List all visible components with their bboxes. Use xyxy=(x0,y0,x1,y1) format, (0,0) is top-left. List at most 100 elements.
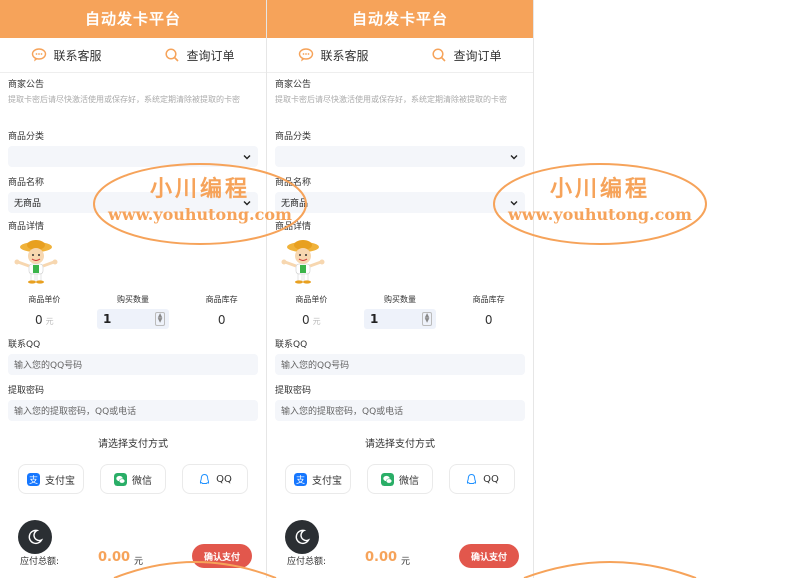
watermark-line2: www.youhutong.com xyxy=(507,205,692,224)
qq-placeholder: 输入您的QQ号码 xyxy=(14,361,83,371)
price-unit: 元 xyxy=(312,317,321,326)
payment-title: 请选择支付方式 xyxy=(98,439,168,450)
product-detail-label: 商品详情 xyxy=(8,222,45,232)
amount-label: 应付总额: xyxy=(20,557,60,567)
notice-label: 商家公告 xyxy=(8,80,45,90)
quantity-label: 购买数量 xyxy=(117,295,149,304)
price-label: 商品单价 xyxy=(28,295,61,304)
pay-alipay-label: 支付宝 xyxy=(45,475,75,487)
price-value: 0 xyxy=(302,313,310,327)
stock-stat: 商品库存 0 xyxy=(177,294,266,329)
pay-alipay-button[interactable]: 支 支付宝 xyxy=(18,464,84,494)
payment-options: 支 支付宝 微信 QQ xyxy=(10,464,256,494)
notice-text: 提取卡密后请尽快激活使用或保存好，系统定期清除被提取的卡密 xyxy=(8,95,240,104)
quantity-stat: 购买数量 1 ▲ ▼ xyxy=(89,294,178,329)
wechat-icon xyxy=(381,472,394,486)
query-order-label: 查询订单 xyxy=(186,48,235,63)
password-input[interactable]: 输入您的提取密码，QQ或电话 xyxy=(8,400,258,421)
category-label: 商品分类 xyxy=(8,132,45,142)
product-name-select[interactable]: 无商品 xyxy=(8,192,258,213)
stepper-arrows-icon[interactable]: ▲ ▼ xyxy=(155,312,165,326)
contact-service-button[interactable]: 联系客服 xyxy=(0,47,133,64)
payment-options: 支 支付宝 微信 QQ xyxy=(277,464,523,494)
quantity-stepper[interactable]: 1 ▲ ▼ xyxy=(364,309,436,329)
toolbar: 联系客服 查询订单 xyxy=(0,38,266,73)
pay-wechat-label: 微信 xyxy=(132,475,152,487)
chat-bubble-icon xyxy=(299,48,314,62)
category-select[interactable] xyxy=(275,146,525,167)
quantity-stepper[interactable]: 1 ▲ ▼ xyxy=(97,309,169,329)
category-label: 商品分类 xyxy=(275,132,312,142)
pay-wechat-button[interactable]: 微信 xyxy=(100,464,166,494)
chat-bubble-icon xyxy=(32,48,47,62)
password-placeholder: 输入您的提取密码，QQ或电话 xyxy=(14,407,137,417)
dark-mode-toggle[interactable] xyxy=(285,520,319,554)
pay-alipay-label: 支付宝 xyxy=(312,475,342,487)
watermark-line1: 小川编程 xyxy=(550,176,650,202)
stock-label: 商品库存 xyxy=(205,295,238,304)
mascot-image xyxy=(14,240,58,284)
contact-service-button[interactable]: 联系客服 xyxy=(267,47,400,64)
qq-placeholder: 输入您的QQ号码 xyxy=(281,361,350,371)
amount-value: 0.00 xyxy=(98,550,131,565)
price-value-wrap: 0元 xyxy=(267,313,356,327)
product-detail-label: 商品详情 xyxy=(275,222,312,232)
product-stats: 商品单价 0元 购买数量 1 ▲ ▼ 商品库存 0 xyxy=(267,294,533,329)
query-order-button[interactable]: 查询订单 xyxy=(400,47,533,64)
product-name-label: 商品名称 xyxy=(8,178,45,188)
svg-text:支: 支 xyxy=(29,474,38,486)
contact-service-label: 联系客服 xyxy=(53,48,102,63)
qq-icon xyxy=(200,473,210,484)
chevron-down-icon xyxy=(243,200,251,205)
toolbar: 联系客服 查询订单 xyxy=(267,38,533,73)
qq-input[interactable]: 输入您的QQ号码 xyxy=(275,354,525,375)
moon-icon xyxy=(295,529,311,545)
quantity-label: 购买数量 xyxy=(384,295,416,304)
amount-label: 应付总额: xyxy=(287,557,327,567)
price-stat: 商品单价 0元 xyxy=(0,294,89,329)
moon-icon xyxy=(28,529,44,545)
qq-input[interactable]: 输入您的QQ号码 xyxy=(8,354,258,375)
svg-text:支: 支 xyxy=(296,474,305,486)
pay-qq-button[interactable]: QQ xyxy=(449,464,515,494)
qq-icon xyxy=(467,473,477,484)
password-label: 提取密码 xyxy=(275,386,312,396)
contact-service-label: 联系客服 xyxy=(320,48,369,63)
app-panel-right: 自动发卡平台 联系客服 查询订单 商家公告 提取卡密后请尽快激活使用或保存好，系… xyxy=(267,0,534,578)
page-title: 自动发卡平台 xyxy=(267,0,533,38)
confirm-pay-button[interactable]: 确认支付 xyxy=(192,544,252,568)
confirm-pay-button[interactable]: 确认支付 xyxy=(459,544,519,568)
pay-wechat-button[interactable]: 微信 xyxy=(367,464,433,494)
stepper-arrows-icon[interactable]: ▲ ▼ xyxy=(422,312,432,326)
query-order-label: 查询订单 xyxy=(453,48,502,63)
chevron-down-icon xyxy=(510,154,518,159)
query-order-button[interactable]: 查询订单 xyxy=(133,47,266,64)
password-label: 提取密码 xyxy=(8,386,45,396)
app-panel-left: 自动发卡平台 联系客服 查询订单 商家公告 提取卡密后请尽快激活使用或保存好，系… xyxy=(0,0,267,578)
category-select[interactable] xyxy=(8,146,258,167)
search-icon xyxy=(165,48,180,62)
alipay-icon: 支 xyxy=(27,472,40,486)
payment-title: 请选择支付方式 xyxy=(365,439,435,450)
wechat-icon xyxy=(114,472,127,486)
quantity-value: 1 xyxy=(103,312,112,326)
dark-mode-toggle[interactable] xyxy=(18,520,52,554)
amount-unit: 元 xyxy=(134,557,144,567)
watermark-stamp-partial xyxy=(523,561,697,578)
chevron-down-icon xyxy=(510,200,518,205)
password-placeholder: 输入您的提取密码，QQ或电话 xyxy=(281,407,404,417)
quantity-value: 1 xyxy=(370,312,379,326)
product-name-value: 无商品 xyxy=(14,199,42,209)
price-unit: 元 xyxy=(45,317,54,326)
pay-wechat-label: 微信 xyxy=(399,475,419,487)
price-value-wrap: 0元 xyxy=(0,313,89,327)
product-stats: 商品单价 0元 购买数量 1 ▲ ▼ 商品库存 0 xyxy=(0,294,266,329)
password-input[interactable]: 输入您的提取密码，QQ或电话 xyxy=(275,400,525,421)
stock-value: 0 xyxy=(484,313,493,327)
search-icon xyxy=(432,48,447,62)
pay-alipay-button[interactable]: 支 支付宝 xyxy=(285,464,351,494)
product-name-select[interactable]: 无商品 xyxy=(275,192,525,213)
stock-stat: 商品库存 0 xyxy=(444,294,533,329)
amount-value: 0.00 xyxy=(365,550,398,565)
pay-qq-button[interactable]: QQ xyxy=(182,464,248,494)
